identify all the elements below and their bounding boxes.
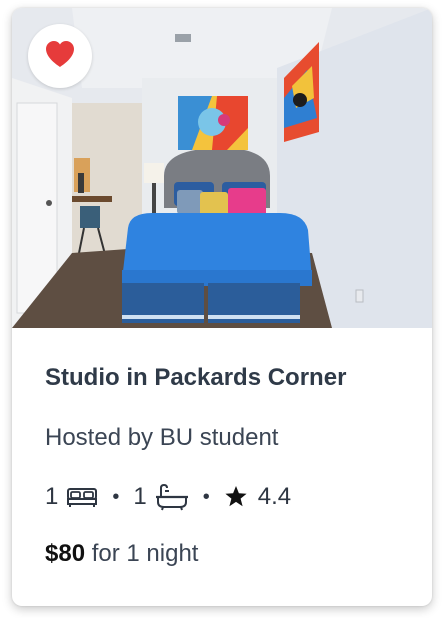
- separator-dot: •: [112, 485, 120, 508]
- bathtub-icon: [155, 483, 189, 511]
- baths-count: 1: [133, 483, 147, 510]
- bed-icon: [66, 486, 98, 508]
- listing-card[interactable]: Studio in Packards Corner Hosted by BU s…: [12, 8, 432, 606]
- price-line: $80 for 1 night: [45, 540, 198, 568]
- listing-title[interactable]: Studio in Packards Corner: [45, 364, 346, 392]
- price-suffix: for 1 night: [91, 540, 199, 567]
- rating-value: 4.4: [257, 483, 292, 510]
- separator-dot: •: [202, 485, 210, 508]
- listing-host: Hosted by BU student: [45, 424, 279, 451]
- price-amount: $80: [45, 540, 86, 567]
- beds-count: 1: [45, 483, 59, 510]
- favorite-button[interactable]: [28, 24, 92, 88]
- listing-stats: 1 • 1 • 4.4: [45, 481, 291, 513]
- star-icon: [224, 485, 248, 509]
- heart-icon: [45, 40, 75, 73]
